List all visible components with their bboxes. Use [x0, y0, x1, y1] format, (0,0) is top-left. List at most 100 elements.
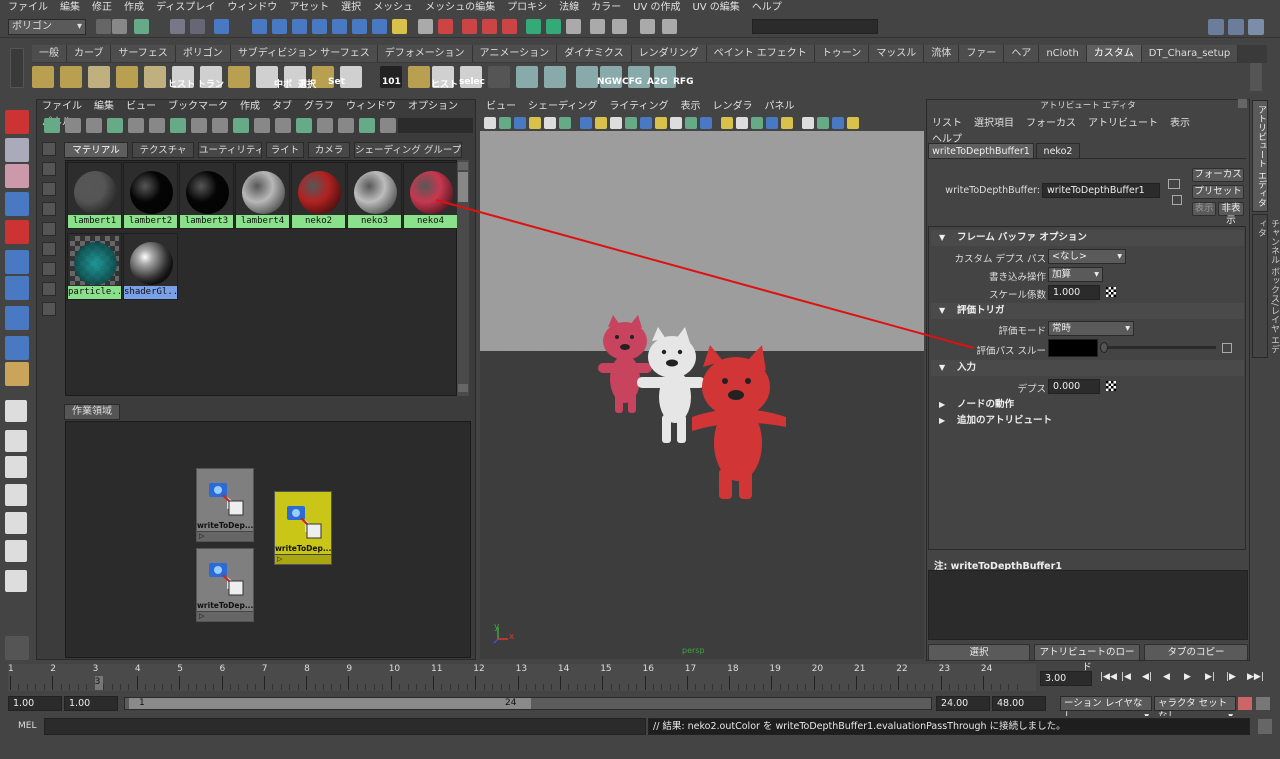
status-tool-icon[interactable]: [96, 19, 111, 34]
material-swatch[interactable]: particle...: [67, 233, 122, 300]
viewport-tool-icon[interactable]: [610, 117, 622, 129]
viewport-tool-icon[interactable]: [529, 117, 541, 129]
playback-button-icon[interactable]: ◀|: [1142, 672, 1152, 682]
viewport-tool-icon[interactable]: [670, 117, 682, 129]
playback-end-field[interactable]: 24.00: [936, 696, 990, 711]
status-tool-icon[interactable]: [252, 19, 267, 34]
mode-selector[interactable]: ポリゴン ▾: [8, 19, 86, 35]
viewport-tool-icon[interactable]: [655, 117, 667, 129]
hypershade-tool-icon[interactable]: [107, 118, 123, 133]
playback-button-icon[interactable]: ▶|: [1205, 672, 1215, 682]
shelf-tab[interactable]: トゥーン: [814, 45, 870, 62]
eval-pass-color-swatch[interactable]: [1048, 339, 1098, 357]
status-tool-icon[interactable]: [112, 19, 127, 34]
toolbox-tool-icon[interactable]: [5, 276, 29, 300]
material-swatch[interactable]: neko3: [347, 162, 402, 229]
section-input[interactable]: ▼ 入力: [931, 360, 1244, 376]
status-tool-icon[interactable]: [190, 19, 205, 34]
viewport-menu-item[interactable]: パネル: [759, 99, 801, 115]
viewport-tool-icon[interactable]: [817, 117, 829, 129]
status-tool-icon[interactable]: [590, 19, 605, 34]
map-button-icon[interactable]: [1222, 343, 1232, 353]
hypershade-tool-icon[interactable]: [296, 118, 312, 133]
menu-item[interactable]: 編集: [54, 0, 86, 16]
work-area[interactable]: writeToDep... ▷ writeToDep... ▷ writeToDep..…: [65, 421, 471, 658]
menu-item[interactable]: 法線: [553, 0, 585, 16]
viewport-tool-icon[interactable]: [625, 117, 637, 129]
ae-bottom-button[interactable]: 選択: [928, 644, 1030, 661]
time-slider[interactable]: 1 2 3 4 5 6 7 8 9 10 11 12 13 14 15 16 17 18 19 20 21 22 23 24 3: [8, 664, 1036, 691]
viewport-tool-icon[interactable]: [802, 117, 814, 129]
viewport-tool-icon[interactable]: [559, 117, 571, 129]
hypershade-tool-icon[interactable]: [275, 118, 291, 133]
hypershade-tool-icon[interactable]: [191, 118, 207, 133]
output-connections-icon[interactable]: [1172, 195, 1182, 205]
node-name-field[interactable]: writeToDepthBuffer1: [1042, 183, 1160, 198]
status-tool-icon[interactable]: [170, 19, 185, 34]
hypershade-menu-item[interactable]: ファイル: [36, 99, 88, 115]
start-time-field[interactable]: 1.00: [8, 696, 62, 711]
shelf-tab[interactable]: DT_Chara_setup: [1141, 45, 1239, 62]
menu-item[interactable]: ヘルプ: [746, 0, 788, 16]
character-set-dropdown[interactable]: ャラクタ セットなし▾: [1154, 696, 1236, 722]
layout-icon[interactable]: [1208, 19, 1224, 35]
section-node-behavior[interactable]: ▶ ノードの動作: [931, 397, 1244, 413]
viewport-tool-icon[interactable]: [685, 117, 697, 129]
notes-field[interactable]: [928, 570, 1248, 640]
menu-item[interactable]: ディスプレイ: [150, 0, 221, 16]
range-slider-handle[interactable]: [129, 698, 531, 709]
side-tab-attribute-editor[interactable]: アトリビュート エディタ: [1252, 100, 1268, 212]
scroll-up-icon[interactable]: [458, 162, 468, 170]
material-swatch[interactable]: lambert3: [179, 162, 234, 229]
layout-preset-icon[interactable]: [5, 512, 27, 534]
playback-button-icon[interactable]: |◀: [1121, 672, 1131, 682]
playback-button-icon[interactable]: ▶▶|: [1247, 672, 1264, 682]
toolbox-tool-icon[interactable]: [5, 164, 29, 188]
shelf-button-icon[interactable]: [516, 66, 538, 88]
toolbox-tool-icon[interactable]: [5, 336, 29, 360]
viewport-tool-icon[interactable]: [736, 117, 748, 129]
custom-depth-dropdown[interactable]: <なし> ▾: [1048, 249, 1126, 264]
current-frame-field[interactable]: 3.00: [1040, 671, 1092, 686]
menu-item[interactable]: 作成: [118, 0, 150, 16]
shelf-button-icon[interactable]: [116, 66, 138, 88]
hypershade-side-icon[interactable]: [42, 222, 56, 236]
status-tool-icon[interactable]: [640, 19, 655, 34]
depth-field[interactable]: 0.000: [1048, 379, 1100, 394]
node-port-bar[interactable]: ▷: [275, 554, 331, 564]
status-tool-icon[interactable]: [418, 19, 433, 34]
section-eval-trigger[interactable]: ▼ 評価トリガ: [931, 303, 1244, 319]
status-tool-icon[interactable]: [526, 19, 541, 34]
shelf-button-icon[interactable]: [576, 66, 598, 88]
status-tool-icon[interactable]: [502, 19, 517, 34]
material-scrollbar[interactable]: [457, 160, 469, 396]
status-tool-icon[interactable]: [352, 19, 367, 34]
map-button-icon[interactable]: [1106, 287, 1116, 297]
slider-handle[interactable]: [1100, 342, 1108, 353]
toolbox-tool-icon[interactable]: [5, 250, 29, 274]
status-tool-icon[interactable]: [292, 19, 307, 34]
shelf-tab[interactable]: ヘア: [1004, 45, 1040, 62]
playback-button-icon[interactable]: ▶: [1184, 672, 1191, 682]
shelf-tab[interactable]: アニメーション: [472, 45, 558, 62]
show-button[interactable]: 表示: [1192, 202, 1216, 216]
anim-layer-dropdown[interactable]: ーション レイヤなし▾: [1060, 696, 1152, 722]
shelf-tab[interactable]: サーフェス: [111, 45, 176, 62]
status-tool-icon[interactable]: [546, 19, 561, 34]
write-depth-node[interactable]: writeToDep... ▷: [196, 468, 254, 542]
menu-item[interactable]: プロキシ: [501, 0, 553, 16]
hypershade-side-icon[interactable]: [42, 142, 56, 156]
node-port-bar[interactable]: ▷: [197, 531, 253, 541]
eval-mode-dropdown[interactable]: 常時 ▾: [1048, 321, 1134, 336]
shelf-tab[interactable]: デフォメーション: [377, 45, 473, 62]
scroll-down-icon[interactable]: [458, 384, 468, 392]
menu-item[interactable]: 選択: [335, 0, 367, 16]
hypershade-side-icon[interactable]: [42, 242, 56, 256]
shelf-tab[interactable]: nCloth: [1039, 45, 1087, 62]
playback-button-icon[interactable]: |◀◀: [1100, 672, 1117, 682]
shelf-button-icon[interactable]: [144, 66, 166, 88]
hypershade-side-icon[interactable]: [42, 182, 56, 196]
viewport-tool-icon[interactable]: [514, 117, 526, 129]
viewport-tool-icon[interactable]: [484, 117, 496, 129]
layout-preset-icon[interactable]: [5, 430, 27, 452]
